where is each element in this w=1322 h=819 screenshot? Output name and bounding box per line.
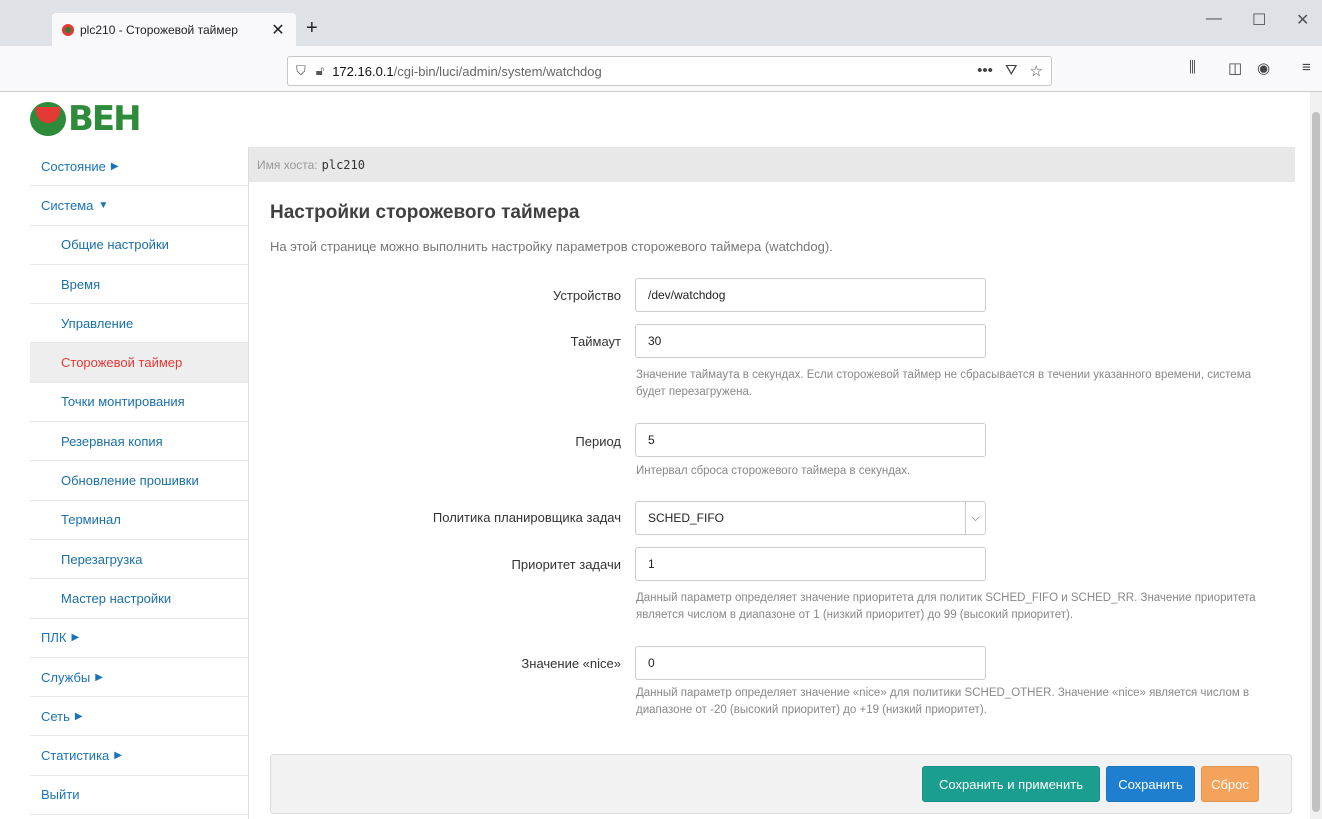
sidebar-item-label: Время: [61, 276, 101, 292]
main-content: Настройки сторожевого таймера На этой ст…: [249, 182, 1295, 819]
sidebar-item-label: Состояние: [41, 158, 106, 174]
sidebar-item-services[interactable]: Службы ▶: [30, 658, 248, 698]
sidebar-item-label: Точки монтирования: [61, 394, 185, 410]
priority-input[interactable]: 1: [635, 547, 986, 581]
sidebar-item-network[interactable]: Сеть ▶: [30, 697, 248, 737]
sidebar-item-label: Общие настройки: [61, 237, 169, 253]
menu-icon[interactable]: ≡: [1302, 59, 1311, 76]
policy-select[interactable]: SCHED_FIFO ⌵: [635, 501, 986, 535]
page-title: Настройки сторожевого таймера: [270, 202, 580, 223]
sidebar-item-label: Перезагрузка: [61, 551, 143, 567]
priority-label: Приоритет задачи: [511, 557, 621, 572]
hostname-value: plc210: [321, 157, 365, 172]
account-icon[interactable]: ◉: [1257, 59, 1270, 77]
library-icon[interactable]: ⫼: [1189, 59, 1196, 76]
sidebar-item-mounts[interactable]: Точки монтирования: [30, 383, 248, 423]
sidebar-item-watchdog[interactable]: Сторожевой таймер: [30, 343, 248, 383]
sidebar-menu: Состояние ▶ Система ▼ Общие настройки Врем…: [30, 147, 249, 819]
actions-bar: Сохранить и применить Сохранить Сброс: [270, 754, 1292, 814]
caret-right-icon: ▶: [110, 160, 119, 172]
sidebar-item-reboot[interactable]: Перезагрузка: [30, 540, 248, 580]
page-actions-icon[interactable]: •••: [977, 62, 993, 80]
caret-right-icon: ▶: [74, 710, 83, 722]
caret-right-icon: ▶: [71, 632, 80, 644]
save-apply-button[interactable]: Сохранить и применить: [922, 766, 1100, 802]
caret-right-icon: ▶: [95, 671, 103, 683]
policy-label: Политика планировщика задач: [432, 510, 621, 525]
sidebar-item-system[interactable]: Система ▼: [30, 186, 248, 226]
page-header: [0, 92, 1310, 147]
sidebar-item-terminal[interactable]: Терминал: [30, 501, 248, 540]
period-label: Период: [575, 434, 621, 449]
timeout-label: Таймаут: [570, 334, 621, 349]
reset-button[interactable]: Сброс: [1201, 766, 1259, 802]
maximize-icon[interactable]: ☐: [1252, 10, 1266, 30]
timeout-hint: Значение таймаута в секундах. Если сторо…: [636, 369, 1252, 398]
caret-down-icon: ▼: [98, 199, 109, 211]
nice-hint: Данный параметр определяет значение «nic…: [636, 687, 1250, 716]
oven-logo: ВЕН: [30, 99, 142, 139]
minimize-icon[interactable]: —: [1206, 10, 1222, 28]
browser-tab-bar: plc210 - Сторожевой таймер ✕ + — ☐ ✕: [0, 0, 1322, 46]
sidebar-item-label: Мастер настройки: [61, 590, 172, 606]
sidebar-item-time[interactable]: Время: [30, 265, 248, 305]
sidebar-item-statistics[interactable]: Статистика ▶: [30, 736, 248, 776]
device-input[interactable]: /dev/watchdog: [635, 278, 986, 312]
pocket-icon[interactable]: ⛛: [1005, 62, 1018, 80]
favicon-icon: [62, 23, 74, 36]
sidebar-item-status[interactable]: Состояние ▶: [30, 147, 248, 187]
window-close-icon[interactable]: ✕: [1296, 10, 1309, 30]
logo-mark-icon: [30, 102, 66, 136]
hostname-label: Имя хоста:: [257, 157, 318, 172]
sidebar-item-admin[interactable]: Управление: [30, 304, 248, 344]
shield-icon: ⛉: [296, 63, 306, 78]
save-button[interactable]: Сохранить: [1106, 766, 1195, 802]
sidebar-item-label: Статистика: [41, 748, 110, 764]
period-hint: Интервал сброса сторожевого таймера в се…: [636, 465, 911, 477]
device-label: Устройство: [552, 288, 621, 303]
caret-right-icon: ▶: [114, 750, 122, 762]
sidebar-item-label: Выйти: [41, 787, 80, 803]
scrollbar-thumb[interactable]: [1312, 112, 1320, 812]
sidebar-item-label: Сторожевой таймер: [61, 355, 183, 371]
sidebar-item-general[interactable]: Общие настройки: [30, 226, 248, 265]
tab-title: plc210 - Сторожевой таймер: [80, 22, 238, 37]
nice-label: Значение «nice»: [521, 656, 621, 671]
sidebar-item-label: Обновление прошивки: [61, 473, 199, 489]
chevron-down-icon: ⌵: [965, 502, 985, 534]
hostname-bar: Имя хоста: plc210: [249, 147, 1295, 182]
bookmark-star-icon[interactable]: ☆: [1030, 62, 1043, 80]
logo-text: ВЕН: [68, 99, 142, 139]
sidebar-item-label: Управление: [61, 315, 134, 331]
sidebar-item-label: Система: [41, 197, 94, 213]
priority-hint: Данный параметр определяет значение прио…: [636, 592, 1256, 621]
tab-close-icon[interactable]: ✕: [270, 20, 286, 40]
insecure-lock-icon: 🔓︎: [315, 63, 325, 78]
sidebar-item-wizard[interactable]: Мастер настройки: [30, 579, 248, 619]
sidebar-item-logout[interactable]: Выйти: [30, 776, 248, 816]
sidebar-item-label: Сеть: [41, 708, 70, 724]
sidebar-item-label: Службы: [41, 669, 91, 685]
sidebar-item-label: Резервная копия: [61, 433, 163, 449]
sidebar-item-label: ПЛК: [41, 630, 67, 646]
sidebar-item-plc[interactable]: ПЛК ▶: [30, 619, 248, 658]
sidebar-item-label: Терминал: [61, 512, 121, 528]
sidebar-item-firmware[interactable]: Обновление прошивки: [30, 461, 248, 501]
url-host: 172.16.0.1: [332, 63, 394, 79]
sidebar-toggle-icon[interactable]: ◫: [1228, 59, 1242, 77]
nice-input[interactable]: 0: [635, 646, 986, 680]
url-bar[interactable]: ⛉ 🔓︎ 172.16.0.1/cgi-bin/luci/admin/syste…: [287, 56, 1052, 86]
url-path: /cgi-bin/luci/admin/system/watchdog: [393, 63, 602, 79]
timeout-input[interactable]: 30: [635, 324, 986, 358]
page-description: На этой странице можно выполнить настрой…: [270, 239, 833, 254]
sidebar-item-backup[interactable]: Резервная копия: [30, 422, 248, 462]
period-input[interactable]: 5: [635, 423, 986, 457]
policy-selected-value: SCHED_FIFO: [648, 511, 725, 525]
browser-tab[interactable]: plc210 - Сторожевой таймер ✕: [52, 13, 296, 46]
new-tab-icon[interactable]: +: [306, 17, 318, 40]
page-scrollbar[interactable]: [1310, 92, 1322, 819]
